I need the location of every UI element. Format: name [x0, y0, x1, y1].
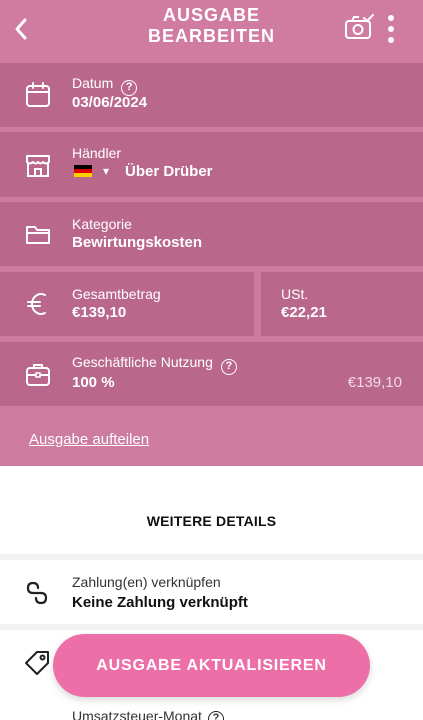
category-field[interactable]: Kategorie Bewirtungskosten	[0, 202, 423, 266]
link-payment-icon	[26, 581, 48, 605]
business-use-value: 100 %	[72, 374, 115, 391]
total-amount-field[interactable]: Gesamtbetrag €139,10	[0, 272, 254, 336]
page-title-line1: AUSGABE	[162, 5, 260, 25]
business-use-label: Geschäftliche Nutzung?	[72, 354, 237, 375]
merchant-label: Händler	[72, 145, 122, 161]
split-expense-link[interactable]: Ausgabe aufteilen	[29, 431, 149, 448]
total-amount-label: Gesamtbetrag	[72, 286, 161, 302]
update-expense-button[interactable]: AUSGABE AKTUALISIEREN	[53, 634, 370, 697]
business-use-help-icon[interactable]: ?	[220, 359, 237, 375]
category-label: Kategorie	[72, 216, 132, 232]
calendar-icon	[26, 82, 50, 107]
link-payment-value[interactable]: Keine Zahlung verknüpft	[72, 594, 248, 611]
country-dropdown-icon[interactable]: ▾	[103, 164, 109, 178]
camera-check-icon[interactable]	[344, 14, 374, 42]
date-label: Datum?	[72, 75, 138, 96]
german-flag-icon[interactable]	[74, 165, 92, 177]
divider	[0, 554, 423, 560]
divider	[0, 624, 423, 630]
vat-month-label: Umsatzsteuer-Monat?	[72, 708, 224, 720]
vat-field[interactable]: USt. €22,21	[261, 272, 423, 336]
vat-label: USt.	[281, 286, 309, 302]
store-icon	[26, 155, 50, 177]
merchant-field[interactable]: Händler ▾ Über Drüber	[0, 132, 423, 197]
business-use-amount: €139,10	[347, 374, 402, 391]
date-value: 03/06/2024	[72, 94, 148, 111]
vat-month-help-icon[interactable]: ?	[207, 711, 224, 720]
merchant-value: Über Drüber	[125, 163, 213, 180]
page-title: AUSGABE BEARBEITEN	[120, 5, 303, 47]
app-header: AUSGABE BEARBEITEN	[0, 0, 423, 60]
back-arrow-icon[interactable]	[8, 12, 36, 46]
link-payment-label: Zahlung(en) verknüpfen	[72, 574, 221, 590]
more-details-heading: WEITERE DETAILS	[146, 513, 277, 529]
business-use-field[interactable]: Geschäftliche Nutzung? 100 % €139,10	[0, 342, 423, 406]
total-amount-value: €139,10	[72, 304, 127, 321]
vat-value: €22,21	[281, 304, 327, 321]
briefcase-icon	[26, 364, 50, 386]
more-menu-icon[interactable]	[384, 14, 398, 44]
category-value: Bewirtungskosten	[72, 234, 203, 251]
folder-icon	[26, 226, 50, 244]
euro-icon	[27, 293, 46, 315]
date-field[interactable]: Datum? 03/06/2024	[0, 63, 423, 127]
page-title-line2: BEARBEITEN	[147, 26, 275, 46]
tag-icon	[25, 651, 49, 675]
